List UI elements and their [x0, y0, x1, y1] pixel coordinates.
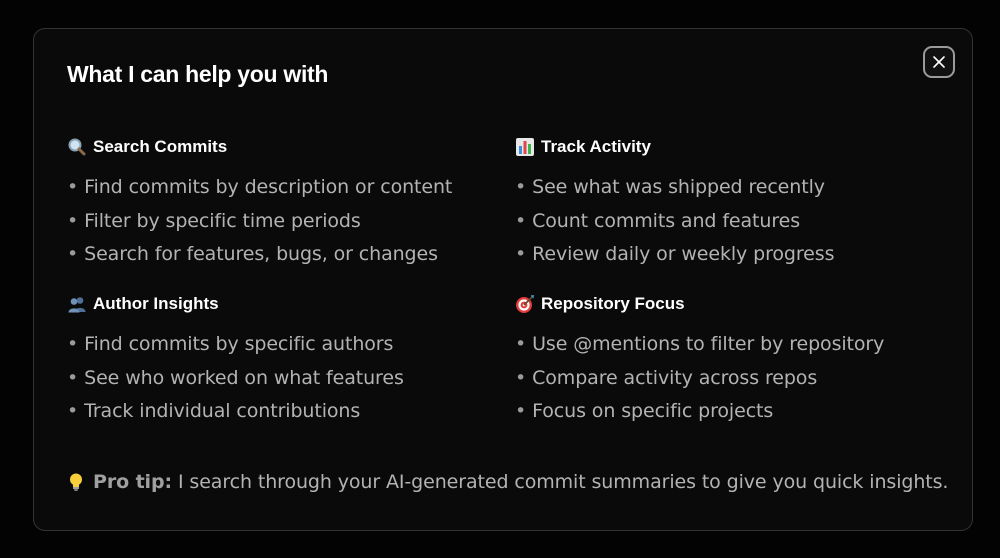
list-item-text: Find commits by specific authors [84, 333, 394, 355]
bullet: • [67, 366, 79, 389]
list-item-text: See who worked on what features [84, 366, 404, 389]
list-item: • Find commits by description or content [67, 171, 452, 205]
list-item-text: Track individual contributions [84, 400, 361, 422]
bullet: • [515, 176, 527, 198]
list-item-text: Count commits and features [532, 209, 801, 232]
list-item: • Track individual contributions [67, 395, 404, 429]
feature-list: • Use @mentions to filter by repository •… [515, 328, 884, 429]
list-item-text: Review daily or weekly progress [532, 243, 835, 265]
list-item-text: Filter by specific time periods [84, 209, 361, 232]
bullet: • [67, 176, 79, 198]
bullet: • [67, 333, 79, 355]
lightbulb-icon [70, 473, 82, 491]
bullet: • [515, 243, 527, 265]
feature-list: • Find commits by description or content … [67, 171, 452, 272]
bullet: • [515, 366, 527, 389]
section-search-commits: Search Commits • Find commits by descript… [67, 135, 452, 272]
list-item: • See what was shipped recently [515, 171, 834, 205]
list-item: • See who worked on what features [67, 362, 404, 396]
list-item: • Compare activity across repos [515, 362, 884, 396]
section-heading: Search Commits [93, 137, 228, 156]
dialog-title: What I can help you with [67, 61, 329, 87]
section-heading: Repository Focus [541, 294, 685, 313]
feature-list: • See what was shipped recently • Count co… [515, 171, 834, 272]
section-track-activity: Track Activity • See what was shipped rec… [515, 135, 834, 272]
list-item-text: Focus on specific projects [532, 400, 774, 422]
bullet: • [67, 400, 79, 422]
bullet: • [67, 243, 79, 265]
list-item: • Count commits and features [515, 205, 834, 239]
magnifier-icon [68, 138, 86, 156]
bar-chart-icon [516, 138, 534, 156]
list-item: • Find commits by specific authors [67, 328, 404, 362]
close-button[interactable] [923, 46, 955, 78]
target-icon [516, 295, 534, 313]
list-item: • Focus on specific projects [515, 395, 884, 429]
close-icon [933, 56, 945, 68]
help-dialog: What I can help you with Search Commits … [33, 28, 973, 531]
pro-tip-label: Pro tip: [93, 471, 172, 493]
bullet: • [515, 333, 527, 355]
feature-list: • Find commits by specific authors • See w… [67, 328, 404, 429]
list-item-text: See what was shipped recently [532, 176, 825, 198]
list-item-text: Compare activity across repos [532, 366, 818, 389]
section-heading: Author Insights [93, 294, 219, 313]
bullet: • [515, 400, 527, 422]
list-item: • Use @mentions to filter by repository [515, 328, 884, 362]
pro-tip: Pro tip: I search through your AI-genera… [67, 471, 948, 493]
section-heading: Track Activity [541, 137, 651, 156]
pro-tip-text: I search through your AI-generated commi… [177, 471, 949, 493]
section-repository-focus: Repository Focus • Use @mentions to filte… [515, 292, 884, 429]
bullet: • [515, 209, 527, 232]
section-author-insights: Author Insights • Find commits by specifi… [67, 292, 404, 429]
list-item: • Filter by specific time periods [67, 205, 452, 239]
list-item: • Search for features, bugs, or changes [67, 238, 452, 272]
list-item: • Review daily or weekly progress [515, 238, 834, 272]
list-item-text: Search for features, bugs, or changes [84, 243, 438, 265]
people-icon [68, 297, 86, 313]
bullet: • [67, 209, 79, 232]
list-item-text: Use @mentions to filter by repository [532, 333, 885, 355]
list-item-text: Find commits by description or content [84, 176, 453, 198]
